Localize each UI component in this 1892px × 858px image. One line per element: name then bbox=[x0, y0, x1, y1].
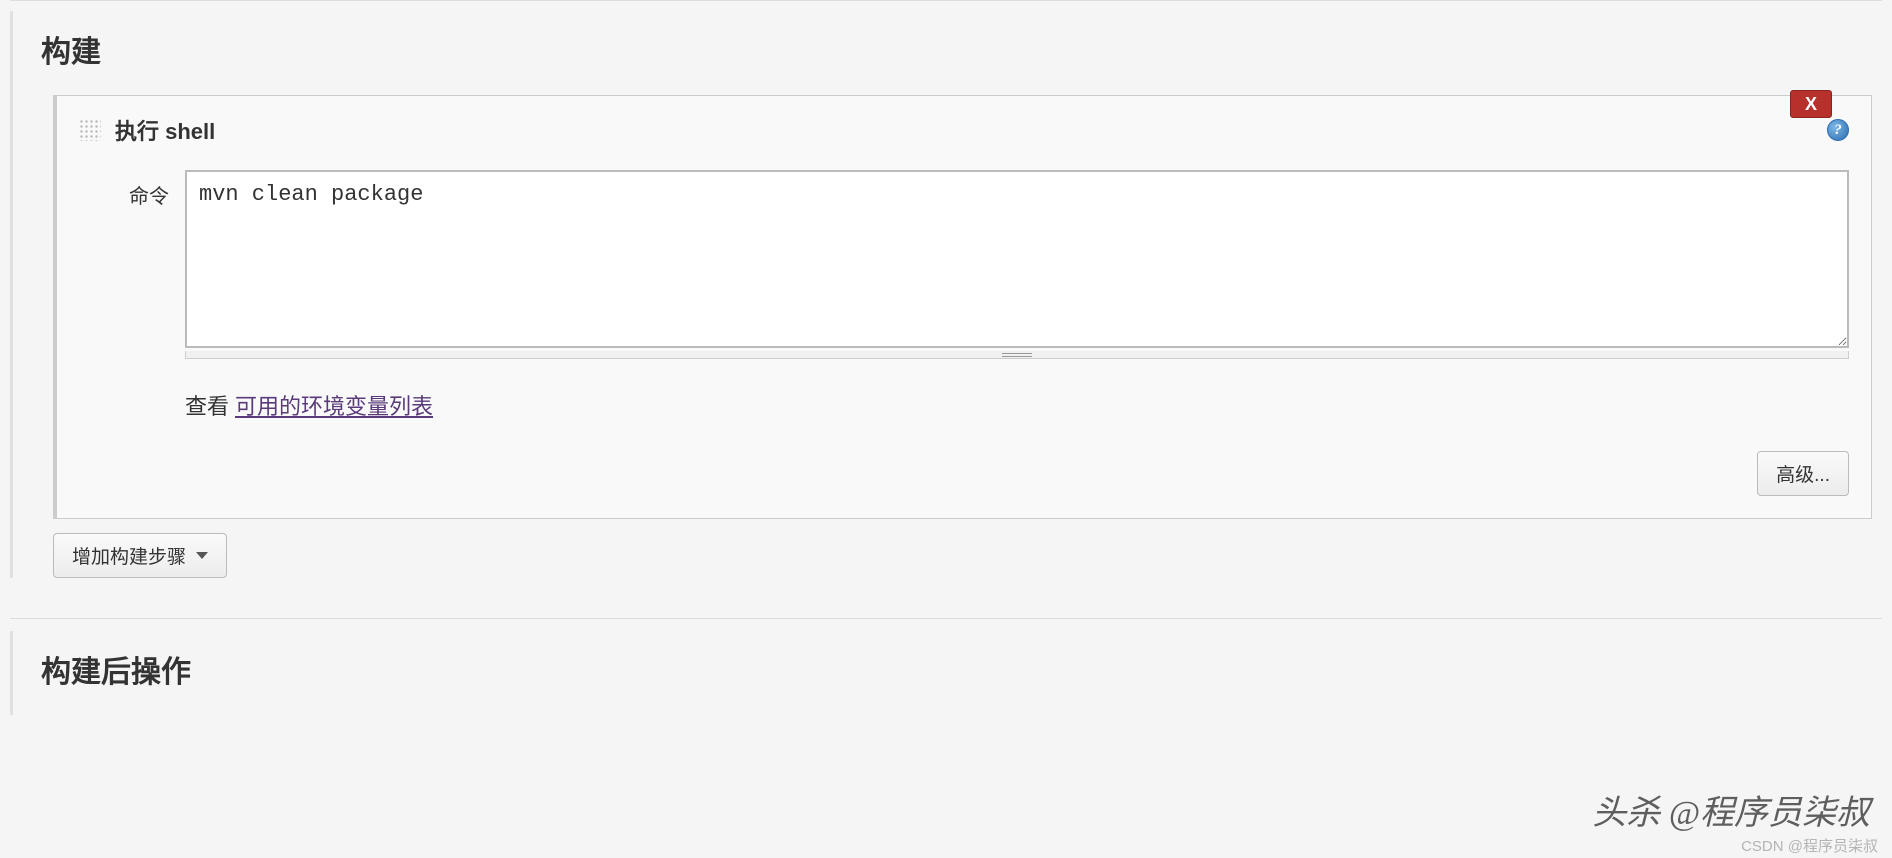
step-title-group: 执行 shell bbox=[79, 114, 215, 146]
add-build-step-label: 增加构建步骤 bbox=[72, 542, 186, 569]
post-build-section-heading: 构建后操作 bbox=[13, 631, 1882, 715]
post-build-section: 构建后操作 bbox=[10, 631, 1882, 715]
help-icon[interactable]: ? bbox=[1827, 119, 1849, 141]
add-step-row: 增加构建步骤 bbox=[53, 533, 1882, 578]
build-section: 构建 X 执行 shell ? 命令 bbox=[10, 11, 1882, 578]
resize-handle[interactable] bbox=[185, 351, 1849, 359]
step-header: 执行 shell ? bbox=[79, 114, 1849, 146]
advanced-button[interactable]: 高级... bbox=[1757, 451, 1849, 496]
build-step-execute-shell: 执行 shell ? 命令 查看 可用的环境变量列表 bbox=[53, 95, 1872, 519]
command-label: 命令 bbox=[79, 170, 169, 209]
bottom-divider bbox=[10, 618, 1882, 619]
hint-row: 查看 可用的环境变量列表 bbox=[185, 389, 1849, 421]
top-divider bbox=[10, 0, 1882, 1]
command-field-row: 命令 bbox=[79, 170, 1849, 359]
command-input[interactable] bbox=[185, 170, 1849, 348]
command-field-content bbox=[185, 170, 1849, 359]
advanced-row: 高级... bbox=[79, 451, 1849, 496]
hint-prefix: 查看 bbox=[185, 389, 229, 421]
build-section-heading: 构建 bbox=[13, 11, 1882, 95]
delete-step-button[interactable]: X bbox=[1790, 90, 1832, 118]
build-step-wrapper: X 执行 shell ? 命令 bbox=[53, 95, 1872, 519]
watermark-sub: CSDN @程序员柒叔 bbox=[1741, 835, 1878, 856]
env-vars-link[interactable]: 可用的环境变量列表 bbox=[235, 389, 433, 421]
resize-grip-icon bbox=[1002, 353, 1032, 357]
drag-handle-icon[interactable] bbox=[79, 119, 101, 141]
add-build-step-button[interactable]: 增加构建步骤 bbox=[53, 533, 227, 578]
chevron-down-icon bbox=[196, 552, 208, 559]
step-title: 执行 shell bbox=[115, 114, 215, 146]
watermark-main: 头杀 @程序员柒叔 bbox=[1592, 785, 1870, 834]
